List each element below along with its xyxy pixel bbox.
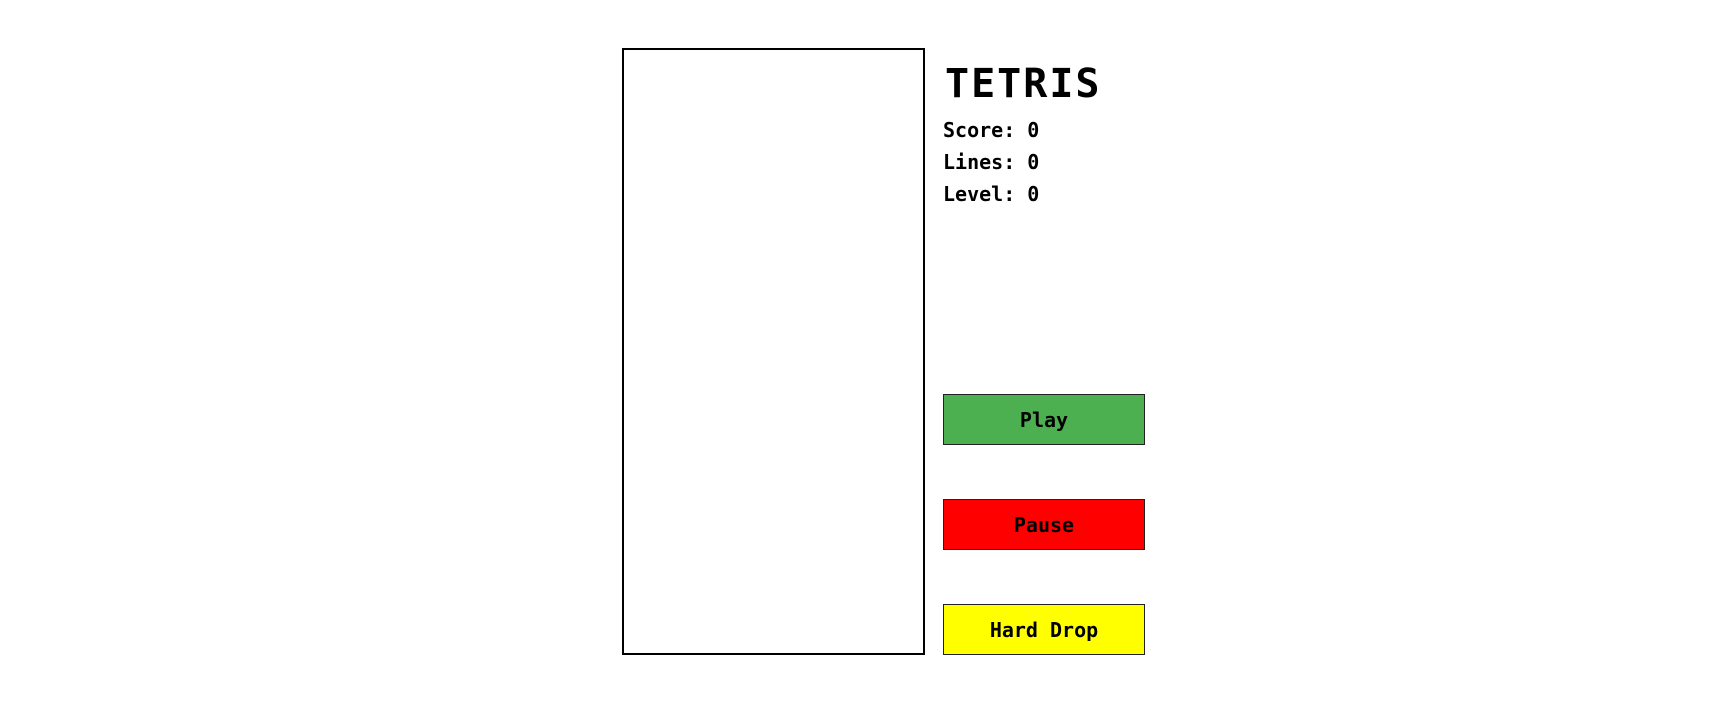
score-display: Score: 0 [943, 116, 1039, 144]
score-label: Score: [943, 118, 1016, 142]
lines-value: 0 [1027, 150, 1040, 174]
level-display: Level: 0 [943, 180, 1039, 208]
lines-label: Lines: [943, 150, 1016, 174]
score-value: 0 [1027, 118, 1040, 142]
level-label: Level: [943, 182, 1016, 206]
game-title: TETRIS [945, 61, 1102, 107]
pause-button[interactable]: Pause [943, 499, 1145, 550]
play-button[interactable]: Play [943, 394, 1145, 445]
lines-display: Lines: 0 [943, 148, 1039, 176]
level-value: 0 [1027, 182, 1040, 206]
hard-drop-button[interactable]: Hard Drop [943, 604, 1145, 655]
game-board[interactable] [622, 48, 925, 655]
